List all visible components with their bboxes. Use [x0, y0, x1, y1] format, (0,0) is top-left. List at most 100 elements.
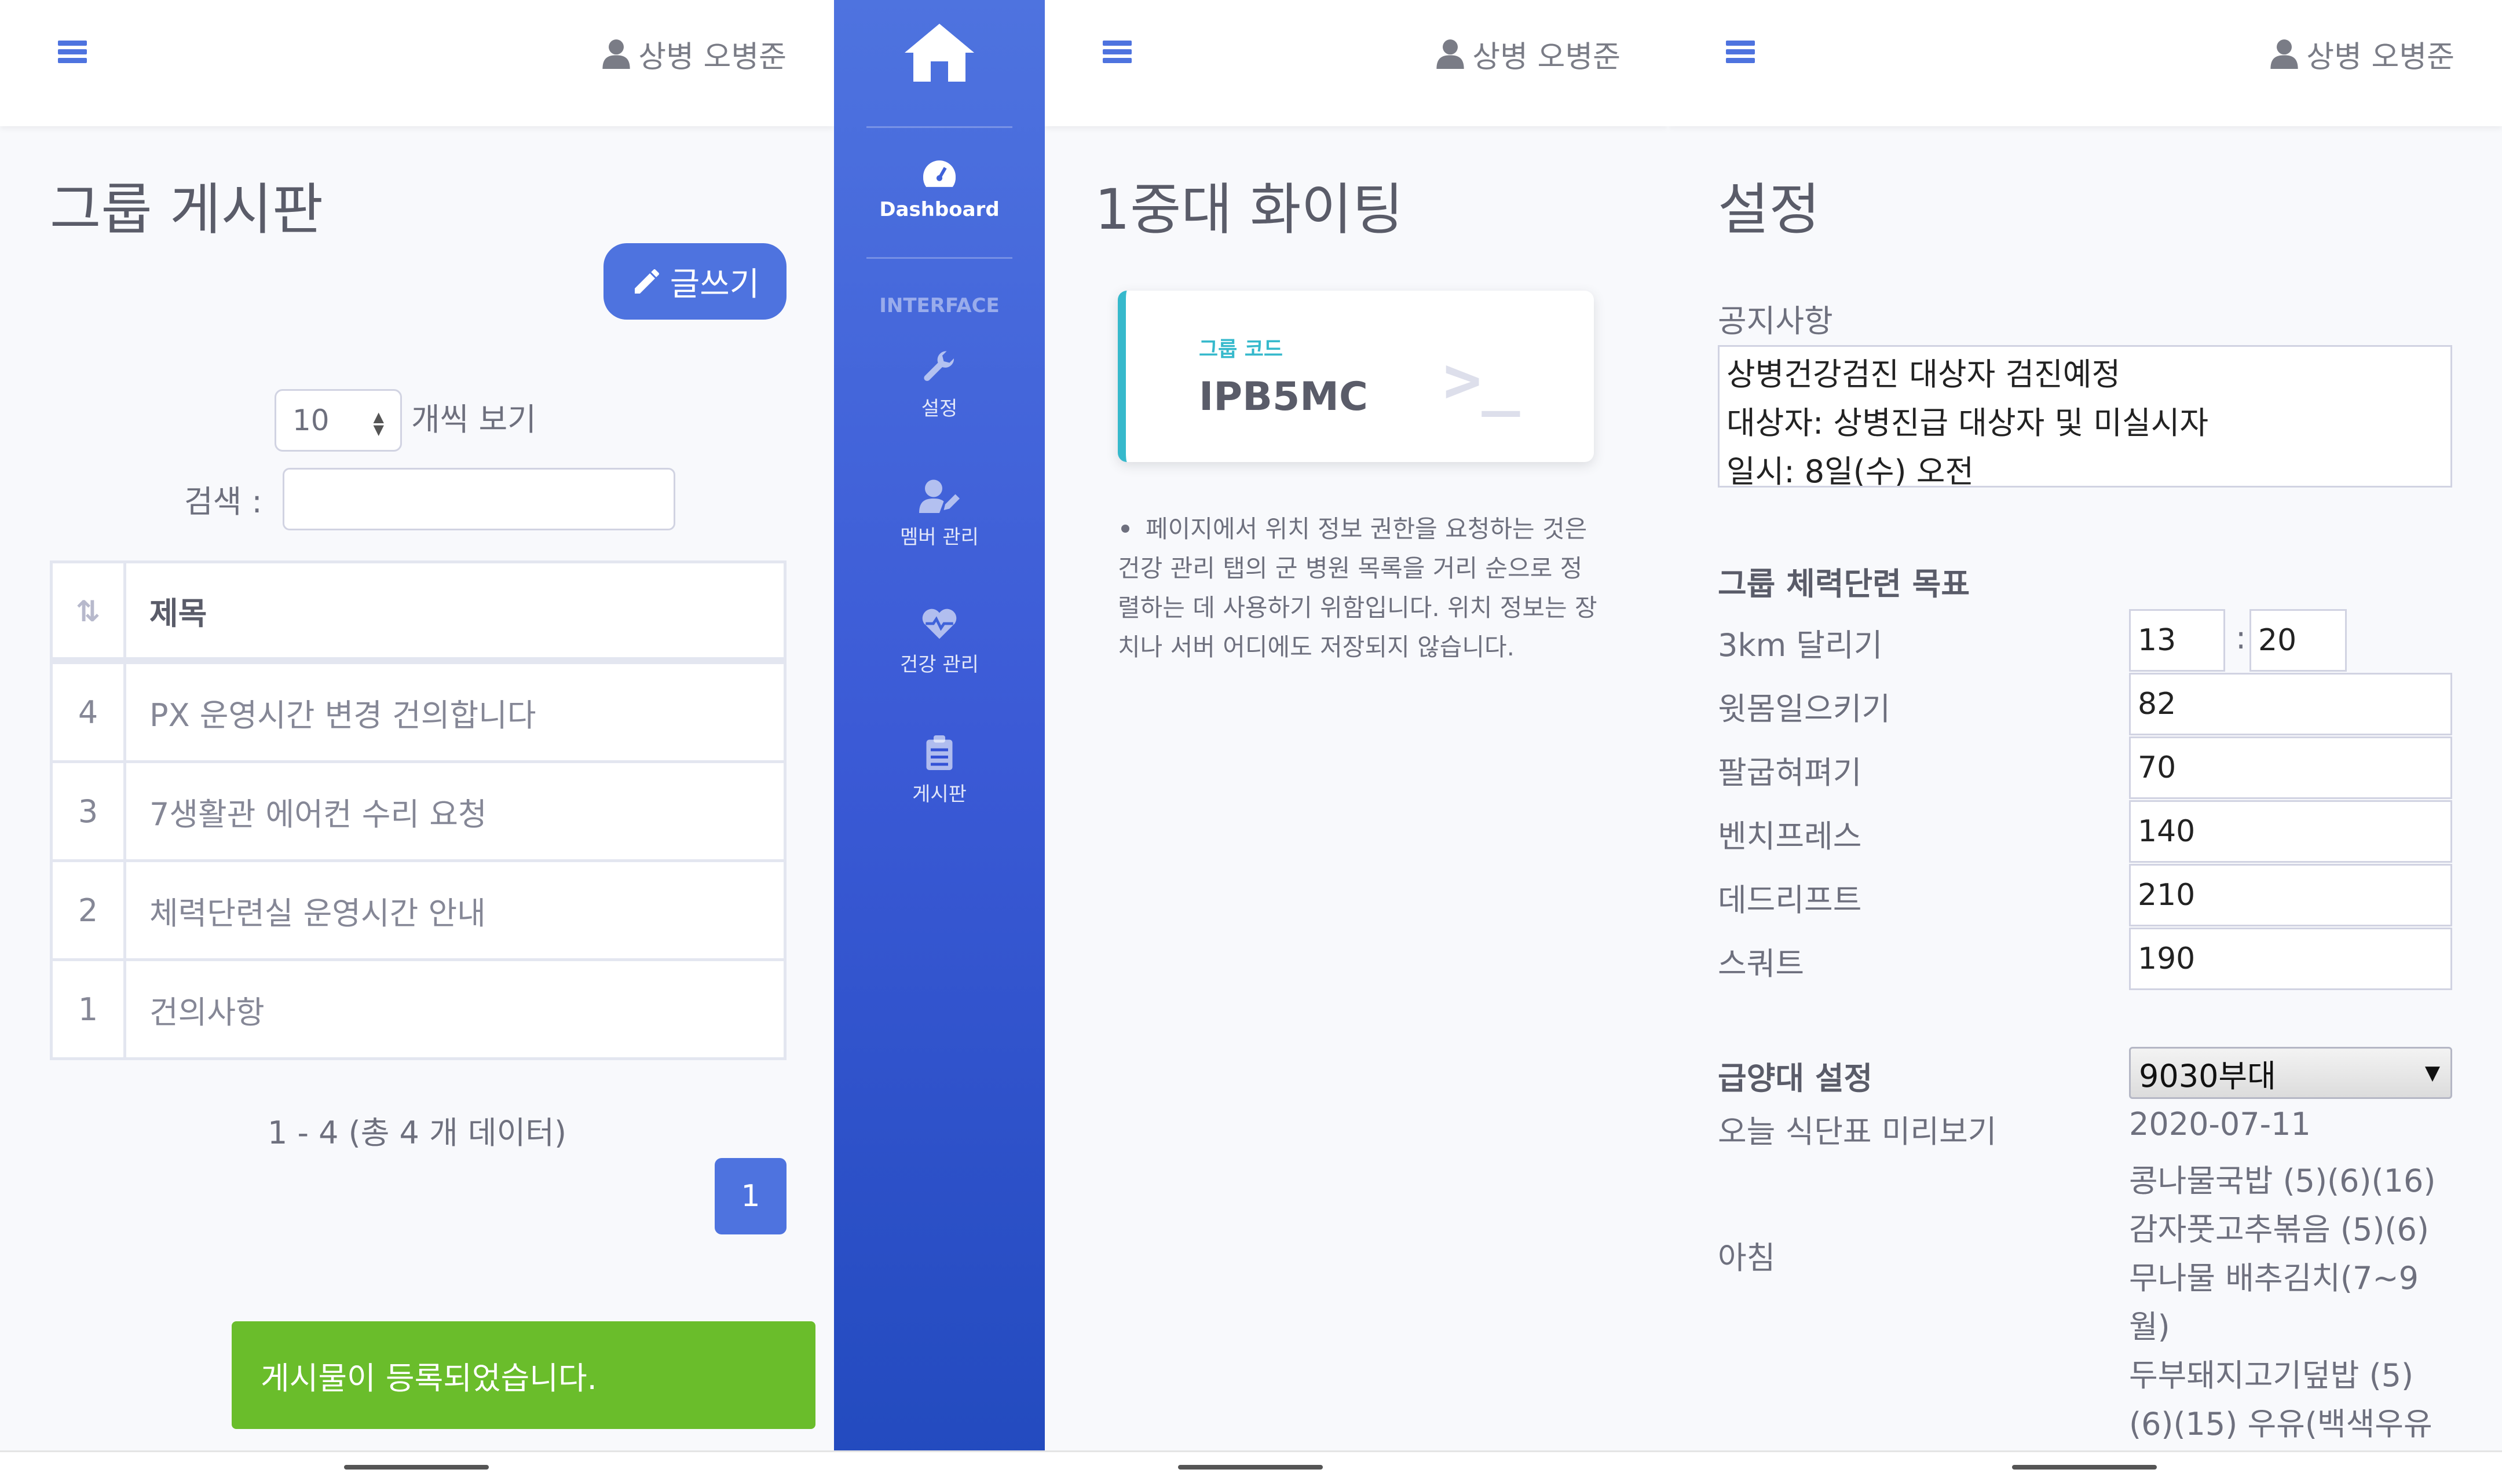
sidebar-item-board[interactable]: 게시판	[834, 735, 1045, 807]
sidebar-item-label: Dashboard	[879, 198, 1000, 221]
page-button-1[interactable]: 1	[715, 1158, 787, 1234]
user-name: 상병 오병준	[2306, 39, 2455, 75]
page-size-suffix: 개씩 보기	[411, 401, 536, 438]
row-number: 2	[50, 859, 126, 961]
mess-heading: 급양대 설정	[1718, 1060, 1873, 1097]
run-seconds-input[interactable]: 20	[2249, 609, 2347, 672]
write-button-label: 글쓰기	[670, 265, 760, 302]
fitness-goal-heading: 그룹 체력단련 목표	[1718, 566, 1970, 602]
pushups-label: 팔굽혀펴기	[1718, 754, 1862, 791]
tachometer-icon	[923, 160, 956, 187]
squat-input[interactable]: 190	[2129, 928, 2452, 990]
menu-item: 월)	[2129, 1309, 2170, 1345]
sidebar-item-label: 설정	[921, 397, 958, 420]
search-label: 검색 :	[184, 483, 262, 520]
terminal-icon: >_	[1443, 343, 1520, 417]
mess-unit-value: 9030부대	[2139, 1057, 2276, 1094]
notice-line: 일시: 8일(수) 오전	[1726, 453, 1974, 488]
notice-label: 공지사항	[1718, 303, 1833, 339]
user-name: 상병 오병준	[1472, 39, 1621, 75]
breakfast-menu: 콩나물국밥 (5)(6)(16) 감자풋고추볶음 (5)(6) 무나물 배추김치…	[2129, 1157, 2435, 1449]
user-icon	[602, 39, 630, 69]
sort-column-header[interactable]: ⇅	[50, 560, 126, 662]
location-notice-text: 페이지에서 위치 정보 권한을 요청하는 것은 건강 관리 탭의 군 병원 목록…	[1118, 515, 1597, 661]
menu-item: 두부돼지고기덮밥 (5)	[2129, 1357, 2414, 1394]
user-icon	[1436, 39, 1464, 69]
board-table: ⇅ 제목 4 PX 운영시간 변경 건의합니다 3 7생활관 에어컨 수리 요청…	[50, 560, 787, 1060]
page-size-select[interactable]: 10 ▲ ▼	[275, 389, 402, 452]
pencil-icon	[634, 269, 659, 294]
topbar: 상병 오병준	[1045, 0, 1668, 126]
heartbeat-icon	[922, 609, 957, 639]
bench-input[interactable]: 140	[2129, 800, 2452, 863]
run-label: 3km 달리기	[1718, 627, 1883, 664]
menu-item: (6)(15) 우유(백색우유	[2129, 1406, 2432, 1442]
menu-preview-label: 오늘 식단표 미리보기	[1718, 1113, 1997, 1150]
sidebar-item-label: 건강 관리	[900, 653, 979, 676]
user-icon	[2270, 39, 2298, 69]
home-indicator[interactable]	[2012, 1465, 2157, 1470]
topbar: 상병 오병준	[1668, 0, 2502, 126]
menu-item: 콩나물국밥 (5)(6)(16)	[2129, 1163, 2436, 1199]
group-code-label: 그룹 코드	[1199, 338, 1283, 361]
table-row[interactable]: 2 체력단련실 운영시간 안내	[50, 859, 787, 961]
page-title: 설정	[1718, 177, 1820, 242]
page-size-value: 10	[292, 404, 330, 437]
pushups-input[interactable]: 70	[2129, 736, 2452, 799]
situps-label: 윗몸일으키기	[1718, 691, 1891, 727]
table-row[interactable]: 1 건의사항	[50, 958, 787, 1060]
deadlift-label: 데드리프트	[1718, 882, 1862, 918]
row-title[interactable]: 건의사항	[123, 958, 787, 1060]
sidebar-item-settings[interactable]: 설정	[834, 350, 1045, 421]
sidebar-item-health[interactable]: 건강 관리	[834, 607, 1045, 677]
user-menu[interactable]: 상병 오병준	[1436, 34, 1621, 75]
topbar: 상병 오병준	[0, 0, 834, 126]
table-row[interactable]: 3 7생활관 에어컨 수리 요청	[50, 760, 787, 862]
table-row[interactable]: 4 PX 운영시간 변경 건의합니다	[50, 659, 787, 763]
situps-input[interactable]: 82	[2129, 673, 2452, 735]
user-menu[interactable]: 상병 오병준	[2270, 34, 2455, 75]
sidebar-item-members[interactable]: 멤버 관리	[834, 478, 1045, 549]
select-arrows-icon: ▲ ▼	[373, 409, 384, 438]
title-column-header[interactable]: 제목	[123, 560, 787, 662]
success-toast: 게시물이 등록되었습니다.	[232, 1321, 815, 1429]
user-edit-icon	[919, 479, 960, 513]
mess-unit-select[interactable]: 9030부대 ▼	[2129, 1047, 2452, 1099]
sort-icon: ⇅	[76, 594, 100, 628]
table-header: ⇅ 제목	[50, 560, 787, 662]
sidebar-item-dashboard[interactable]: Dashboard	[834, 157, 1045, 221]
home-icon	[905, 24, 974, 82]
deadlift-input[interactable]: 210	[2129, 864, 2452, 926]
search-input[interactable]	[283, 468, 675, 530]
sidebar-brand[interactable]	[834, 21, 1045, 93]
row-title[interactable]: 7생활관 에어컨 수리 요청	[123, 760, 787, 862]
sidebar: Dashboard INTERFACE 설정 멤버 관리 건강 관리 게시판	[834, 0, 1045, 1482]
home-indicator[interactable]	[344, 1465, 489, 1470]
clipboard-list-icon	[926, 735, 953, 770]
row-title[interactable]: 체력단련실 운영시간 안내	[123, 859, 787, 961]
group-code-value: IPB5MC	[1199, 374, 1368, 420]
settings-panel: 상병 오병준 설정 공지사항 상병건강검진 대상자 검진예정 대상자: 상병진급…	[1668, 0, 2502, 1482]
menu-toggle-icon[interactable]	[58, 41, 87, 64]
page-title: 그룹 게시판	[50, 177, 324, 242]
user-menu[interactable]: 상병 오병준	[602, 34, 787, 75]
group-code-card: 그룹 코드 IPB5MC >_	[1118, 291, 1594, 462]
menu-item: 감자풋고추볶음 (5)(6)	[2129, 1211, 2429, 1248]
write-button[interactable]: 글쓰기	[603, 243, 787, 320]
sidebar-item-label: 멤버 관리	[900, 526, 979, 549]
squat-label: 스쿼트	[1718, 946, 1805, 982]
run-minutes-input[interactable]: 13	[2129, 609, 2225, 672]
notice-line: 대상자: 상병진급 대상자 및 미실시자	[1726, 405, 2209, 441]
bullet-icon	[1121, 524, 1129, 533]
dashboard-panel: 상병 오병준 1중대 화이팅 그룹 코드 IPB5MC >_ 페이지에서 위치 …	[1045, 0, 1668, 1482]
menu-toggle-icon[interactable]	[1726, 41, 1755, 64]
menu-toggle-icon[interactable]	[1103, 41, 1132, 64]
board-panel: 상병 오병준 그룹 게시판 글쓰기 10 ▲ ▼ 개씩 보기 검색 : ⇅ 제목 …	[0, 0, 834, 1482]
notice-textarea[interactable]: 상병건강검진 대상자 검진예정 대상자: 상병진급 대상자 및 미실시자 일시:…	[1718, 345, 2452, 488]
notice-line: 상병건강검진 대상자 검진예정	[1726, 356, 2121, 393]
user-name: 상병 오병준	[638, 39, 787, 75]
home-indicator[interactable]	[1178, 1465, 1323, 1470]
menu-item: 무나물 배추김치(7~9	[2129, 1260, 2419, 1296]
wrench-icon	[924, 351, 954, 382]
row-title[interactable]: PX 운영시간 변경 건의합니다	[123, 659, 787, 763]
